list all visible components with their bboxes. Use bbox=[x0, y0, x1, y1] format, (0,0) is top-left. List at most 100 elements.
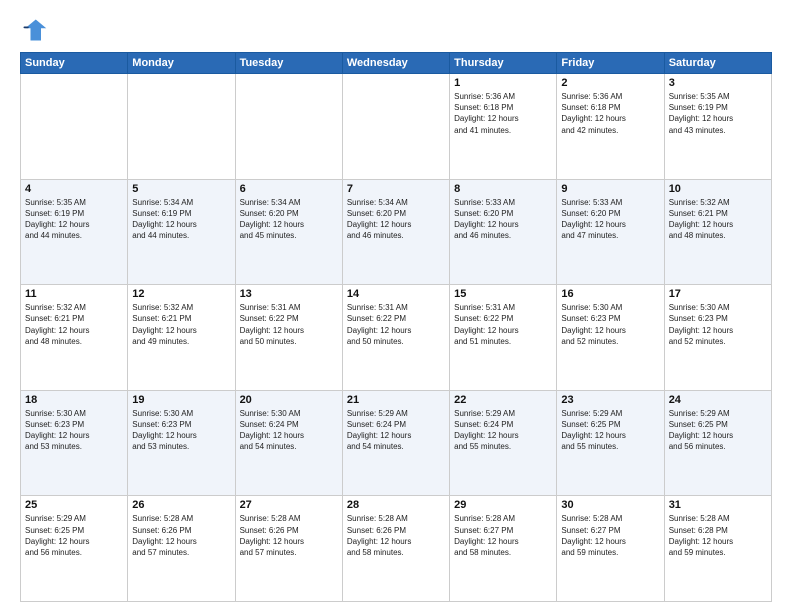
calendar-week-1: 1 Sunrise: 5:36 AM Sunset: 6:18 PM Daylig… bbox=[21, 74, 772, 180]
calendar-day-14: 14 Sunrise: 5:31 AM Sunset: 6:22 PM Dayli… bbox=[342, 285, 449, 391]
day-number: 9 bbox=[561, 183, 659, 195]
calendar-empty-cell bbox=[128, 74, 235, 180]
day-number: 3 bbox=[669, 77, 767, 89]
calendar-day-11: 11 Sunrise: 5:32 AM Sunset: 6:21 PM Dayli… bbox=[21, 285, 128, 391]
day-info: Sunrise: 5:35 AM Sunset: 6:19 PM Dayligh… bbox=[669, 91, 767, 136]
calendar-day-1: 1 Sunrise: 5:36 AM Sunset: 6:18 PM Daylig… bbox=[450, 74, 557, 180]
day-info: Sunrise: 5:34 AM Sunset: 6:20 PM Dayligh… bbox=[240, 197, 338, 242]
day-info: Sunrise: 5:32 AM Sunset: 6:21 PM Dayligh… bbox=[669, 197, 767, 242]
day-number: 13 bbox=[240, 288, 338, 300]
calendar-day-26: 26Sunrise: 5:28 AM Sunset: 6:26 PM Dayli… bbox=[128, 496, 235, 602]
day-info: Sunrise: 5:36 AM Sunset: 6:18 PM Dayligh… bbox=[454, 91, 552, 136]
calendar-empty-cell bbox=[342, 74, 449, 180]
day-number: 5 bbox=[132, 183, 230, 195]
calendar-empty-cell bbox=[235, 74, 342, 180]
day-info: Sunrise: 5:29 AM Sunset: 6:25 PM Dayligh… bbox=[669, 408, 767, 453]
calendar-day-9: 9 Sunrise: 5:33 AM Sunset: 6:20 PM Daylig… bbox=[557, 179, 664, 285]
day-info: Sunrise: 5:32 AM Sunset: 6:21 PM Dayligh… bbox=[25, 302, 123, 347]
day-number: 16 bbox=[561, 288, 659, 300]
logo bbox=[20, 16, 52, 44]
calendar-header-row: SundayMondayTuesdayWednesdayThursdayFrid… bbox=[21, 53, 772, 74]
calendar-day-25: 25 Sunrise: 5:29 AM Sunset: 6:25 PM Dayli… bbox=[21, 496, 128, 602]
day-info: Sunrise: 5:29 AM Sunset: 6:25 PM Dayligh… bbox=[561, 408, 659, 453]
day-number: 12 bbox=[132, 288, 230, 300]
weekday-header-tuesday: Tuesday bbox=[235, 53, 342, 74]
calendar-day-10: 10 Sunrise: 5:32 AM Sunset: 6:21 PM Dayli… bbox=[664, 179, 771, 285]
day-info: Sunrise: 5:30 AM Sunset: 6:23 PM Dayligh… bbox=[132, 408, 230, 453]
day-info: Sunrise: 5:28 AM Sunset: 6:26 PM Dayligh… bbox=[240, 513, 338, 558]
day-info: Sunrise: 5:28 AM Sunset: 6:27 PM Dayligh… bbox=[561, 513, 659, 558]
page: SundayMondayTuesdayWednesdayThursdayFrid… bbox=[0, 0, 792, 612]
calendar-week-3: 11 Sunrise: 5:32 AM Sunset: 6:21 PM Dayli… bbox=[21, 285, 772, 391]
day-number: 26 bbox=[132, 499, 230, 511]
day-info: Sunrise: 5:34 AM Sunset: 6:19 PM Dayligh… bbox=[132, 197, 230, 242]
calendar-week-2: 4 Sunrise: 5:35 AM Sunset: 6:19 PM Daylig… bbox=[21, 179, 772, 285]
calendar-day-7: 7 Sunrise: 5:34 AM Sunset: 6:20 PM Daylig… bbox=[342, 179, 449, 285]
day-number: 11 bbox=[25, 288, 123, 300]
calendar-day-29: 29Sunrise: 5:28 AM Sunset: 6:27 PM Dayli… bbox=[450, 496, 557, 602]
calendar-day-24: 24Sunrise: 5:29 AM Sunset: 6:25 PM Dayli… bbox=[664, 390, 771, 496]
day-number: 10 bbox=[669, 183, 767, 195]
day-number: 22 bbox=[454, 394, 552, 406]
day-info: Sunrise: 5:28 AM Sunset: 6:26 PM Dayligh… bbox=[347, 513, 445, 558]
day-number: 28 bbox=[347, 499, 445, 511]
calendar-day-23: 23 Sunrise: 5:29 AM Sunset: 6:25 PM Dayli… bbox=[557, 390, 664, 496]
calendar-day-22: 22 Sunrise: 5:29 AM Sunset: 6:24 PM Dayli… bbox=[450, 390, 557, 496]
day-info: Sunrise: 5:32 AM Sunset: 6:21 PM Dayligh… bbox=[132, 302, 230, 347]
day-number: 31 bbox=[669, 499, 767, 511]
day-number: 27 bbox=[240, 499, 338, 511]
day-info: Sunrise: 5:31 AM Sunset: 6:22 PM Dayligh… bbox=[454, 302, 552, 347]
header bbox=[20, 16, 772, 44]
calendar-day-12: 12 Sunrise: 5:32 AM Sunset: 6:21 PM Dayli… bbox=[128, 285, 235, 391]
day-info: Sunrise: 5:33 AM Sunset: 6:20 PM Dayligh… bbox=[454, 197, 552, 242]
day-number: 17 bbox=[669, 288, 767, 300]
day-info: Sunrise: 5:29 AM Sunset: 6:24 PM Dayligh… bbox=[454, 408, 552, 453]
calendar-day-6: 6 Sunrise: 5:34 AM Sunset: 6:20 PM Daylig… bbox=[235, 179, 342, 285]
day-info: Sunrise: 5:30 AM Sunset: 6:23 PM Dayligh… bbox=[561, 302, 659, 347]
calendar-day-27: 27 Sunrise: 5:28 AM Sunset: 6:26 PM Dayli… bbox=[235, 496, 342, 602]
day-number: 6 bbox=[240, 183, 338, 195]
day-info: Sunrise: 5:35 AM Sunset: 6:19 PM Dayligh… bbox=[25, 197, 123, 242]
calendar-week-5: 25 Sunrise: 5:29 AM Sunset: 6:25 PM Dayli… bbox=[21, 496, 772, 602]
calendar-day-15: 15 Sunrise: 5:31 AM Sunset: 6:22 PM Dayli… bbox=[450, 285, 557, 391]
calendar-day-31: 31Sunrise: 5:28 AM Sunset: 6:28 PM Dayli… bbox=[664, 496, 771, 602]
calendar-day-2: 2 Sunrise: 5:36 AM Sunset: 6:18 PM Daylig… bbox=[557, 74, 664, 180]
weekday-header-thursday: Thursday bbox=[450, 53, 557, 74]
day-info: Sunrise: 5:30 AM Sunset: 6:23 PM Dayligh… bbox=[669, 302, 767, 347]
day-number: 2 bbox=[561, 77, 659, 89]
calendar-day-4: 4 Sunrise: 5:35 AM Sunset: 6:19 PM Daylig… bbox=[21, 179, 128, 285]
day-number: 4 bbox=[25, 183, 123, 195]
calendar-day-18: 18Sunrise: 5:30 AM Sunset: 6:23 PM Dayli… bbox=[21, 390, 128, 496]
calendar-day-13: 13Sunrise: 5:31 AM Sunset: 6:22 PM Dayli… bbox=[235, 285, 342, 391]
day-number: 15 bbox=[454, 288, 552, 300]
day-number: 14 bbox=[347, 288, 445, 300]
day-info: Sunrise: 5:33 AM Sunset: 6:20 PM Dayligh… bbox=[561, 197, 659, 242]
day-info: Sunrise: 5:36 AM Sunset: 6:18 PM Dayligh… bbox=[561, 91, 659, 136]
calendar-day-16: 16 Sunrise: 5:30 AM Sunset: 6:23 PM Dayli… bbox=[557, 285, 664, 391]
day-number: 21 bbox=[347, 394, 445, 406]
day-number: 20 bbox=[240, 394, 338, 406]
weekday-header-sunday: Sunday bbox=[21, 53, 128, 74]
day-number: 25 bbox=[25, 499, 123, 511]
logo-icon bbox=[20, 16, 48, 44]
day-number: 1 bbox=[454, 77, 552, 89]
day-info: Sunrise: 5:29 AM Sunset: 6:24 PM Dayligh… bbox=[347, 408, 445, 453]
weekday-header-wednesday: Wednesday bbox=[342, 53, 449, 74]
day-number: 19 bbox=[132, 394, 230, 406]
day-number: 30 bbox=[561, 499, 659, 511]
day-number: 7 bbox=[347, 183, 445, 195]
calendar-day-8: 8Sunrise: 5:33 AM Sunset: 6:20 PM Daylig… bbox=[450, 179, 557, 285]
calendar-day-5: 5 Sunrise: 5:34 AM Sunset: 6:19 PM Daylig… bbox=[128, 179, 235, 285]
calendar-day-21: 21 Sunrise: 5:29 AM Sunset: 6:24 PM Dayli… bbox=[342, 390, 449, 496]
calendar-day-17: 17 Sunrise: 5:30 AM Sunset: 6:23 PM Dayli… bbox=[664, 285, 771, 391]
calendar-day-3: 3 Sunrise: 5:35 AM Sunset: 6:19 PM Daylig… bbox=[664, 74, 771, 180]
day-number: 23 bbox=[561, 394, 659, 406]
calendar-day-19: 19 Sunrise: 5:30 AM Sunset: 6:23 PM Dayli… bbox=[128, 390, 235, 496]
day-info: Sunrise: 5:29 AM Sunset: 6:25 PM Dayligh… bbox=[25, 513, 123, 558]
calendar-day-20: 20Sunrise: 5:30 AM Sunset: 6:24 PM Dayli… bbox=[235, 390, 342, 496]
day-info: Sunrise: 5:34 AM Sunset: 6:20 PM Dayligh… bbox=[347, 197, 445, 242]
day-info: Sunrise: 5:31 AM Sunset: 6:22 PM Dayligh… bbox=[347, 302, 445, 347]
weekday-header-monday: Monday bbox=[128, 53, 235, 74]
calendar-day-28: 28 Sunrise: 5:28 AM Sunset: 6:26 PM Dayli… bbox=[342, 496, 449, 602]
weekday-header-saturday: Saturday bbox=[664, 53, 771, 74]
